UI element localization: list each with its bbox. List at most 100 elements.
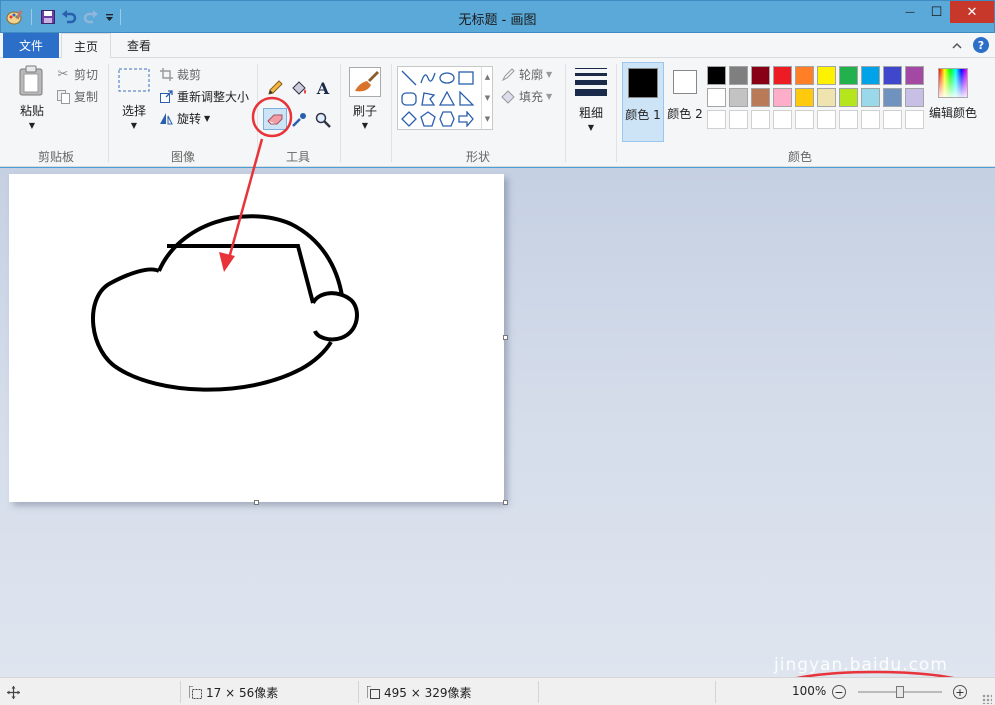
- custom-color-slot[interactable]: [773, 110, 792, 129]
- custom-color-slot[interactable]: [751, 110, 770, 129]
- pentagon-shape-icon[interactable]: [420, 111, 436, 127]
- zoom-slider-thumb[interactable]: [896, 686, 904, 698]
- drawing-canvas[interactable]: [9, 174, 508, 505]
- diamond-shape-icon[interactable]: [401, 111, 417, 127]
- resize-handle-corner[interactable]: [503, 500, 508, 505]
- outline-button[interactable]: 轮廓 ▼: [500, 66, 552, 83]
- palette-swatch[interactable]: [729, 66, 748, 85]
- canvas-size: 495 × 329像素: [366, 684, 472, 701]
- outline-dropdown-icon: ▼: [546, 70, 553, 79]
- collapse-ribbon-icon[interactable]: [950, 38, 964, 52]
- zoom-out-icon[interactable]: −: [832, 685, 846, 699]
- select-button[interactable]: 选择 ▼: [114, 66, 154, 146]
- palette-swatch[interactable]: [751, 88, 770, 107]
- help-icon[interactable]: ?: [973, 37, 989, 53]
- tab-file[interactable]: 文件: [3, 33, 59, 58]
- cut-button[interactable]: ✂ 剪切: [55, 66, 98, 83]
- palette-swatch[interactable]: [773, 66, 792, 85]
- hat-band: [167, 244, 315, 304]
- resize-grip-icon[interactable]: [982, 694, 992, 704]
- color-palette: [707, 66, 927, 130]
- custom-color-slot[interactable]: [839, 110, 858, 129]
- tab-view[interactable]: 查看: [115, 33, 163, 58]
- right-triangle-shape-icon[interactable]: [458, 91, 474, 107]
- palette-swatch[interactable]: [773, 88, 792, 107]
- resize-button[interactable]: 重新调整大小: [158, 88, 249, 105]
- rounded-rectangle-shape-icon[interactable]: [401, 91, 417, 107]
- resize-handle-right[interactable]: [503, 335, 508, 340]
- scroll-up-icon[interactable]: ▲: [485, 73, 490, 81]
- palette-swatch[interactable]: [839, 88, 858, 107]
- polygon-shape-icon[interactable]: [420, 91, 436, 107]
- palette-swatch[interactable]: [817, 66, 836, 85]
- color1-button[interactable]: 颜色 1: [622, 62, 664, 142]
- edit-colors-button[interactable]: 编辑颜色: [927, 64, 979, 144]
- palette-swatch[interactable]: [795, 88, 814, 107]
- triangle-shape-icon[interactable]: [439, 91, 455, 107]
- color1-swatch: [628, 68, 658, 98]
- paste-label: 粘贴: [19, 104, 44, 118]
- group-separator: [565, 64, 566, 162]
- palette-swatch[interactable]: [817, 88, 836, 107]
- close-button[interactable]: ✕: [950, 1, 994, 23]
- color2-button[interactable]: 颜色 2: [666, 62, 704, 142]
- magnifier-icon[interactable]: [313, 110, 333, 130]
- custom-color-slot[interactable]: [729, 110, 748, 129]
- palette-swatch[interactable]: [795, 66, 814, 85]
- rotate-dropdown-icon: ▼: [204, 114, 211, 123]
- work-area[interactable]: [0, 168, 995, 677]
- custom-color-slot[interactable]: [707, 110, 726, 129]
- right-arrow-shape-icon[interactable]: [458, 111, 474, 127]
- palette-swatch[interactable]: [861, 66, 880, 85]
- brushes-button[interactable]: 刷子 ▼: [346, 66, 384, 146]
- oval-shape-icon[interactable]: [439, 70, 455, 86]
- palette-swatch[interactable]: [839, 66, 858, 85]
- fill-button[interactable]: 填充 ▼: [500, 88, 552, 105]
- palette-swatch[interactable]: [729, 88, 748, 107]
- fill-bucket-icon[interactable]: [289, 78, 309, 98]
- palette-swatch[interactable]: [707, 66, 726, 85]
- watermark: jingyan.baidu.com: [774, 655, 948, 675]
- palette-swatch[interactable]: [883, 66, 902, 85]
- expand-gallery-icon[interactable]: ▼: [485, 115, 490, 123]
- size-label: 粗细: [578, 106, 603, 120]
- size-button[interactable]: 粗细 ▼: [571, 66, 611, 146]
- shapes-scroll[interactable]: ▲ ▼ ▼: [481, 67, 493, 129]
- maximize-button[interactable]: ☐: [923, 1, 950, 23]
- custom-color-slot[interactable]: [861, 110, 880, 129]
- status-bar: 17 × 56像素 495 × 329像素 100% − +: [0, 677, 995, 705]
- custom-color-slot[interactable]: [883, 110, 902, 129]
- scroll-down-icon[interactable]: ▼: [485, 94, 490, 102]
- shapes-gallery[interactable]: ▲ ▼ ▼: [397, 66, 493, 130]
- custom-color-slot[interactable]: [817, 110, 836, 129]
- hexagon-shape-icon[interactable]: [439, 111, 455, 127]
- palette-swatch[interactable]: [861, 88, 880, 107]
- custom-color-slot[interactable]: [905, 110, 924, 129]
- copy-button[interactable]: 复制: [55, 88, 98, 105]
- brushes-label: 刷子: [352, 104, 377, 118]
- custom-color-slot[interactable]: [795, 110, 814, 129]
- line-shape-icon[interactable]: [401, 70, 417, 86]
- palette-swatch[interactable]: [707, 88, 726, 107]
- rectangle-shape-icon[interactable]: [458, 70, 474, 86]
- text-tool-icon[interactable]: A: [313, 78, 333, 98]
- crop-button[interactable]: 裁剪: [158, 66, 201, 83]
- palette-swatch[interactable]: [905, 66, 924, 85]
- rotate-button[interactable]: 旋转 ▼: [158, 110, 210, 127]
- minimize-button[interactable]: —: [897, 1, 923, 23]
- rotate-label: 旋转: [177, 112, 202, 126]
- paste-button[interactable]: 粘贴 ▼: [12, 64, 52, 144]
- tab-home[interactable]: 主页: [61, 33, 111, 59]
- palette-swatch[interactable]: [905, 88, 924, 107]
- zoom-in-icon[interactable]: +: [953, 685, 967, 699]
- group-label-tools: 工具: [285, 150, 310, 164]
- palette-swatch[interactable]: [751, 66, 770, 85]
- palette-swatch[interactable]: [883, 88, 902, 107]
- pencil-icon[interactable]: [265, 78, 285, 98]
- eraser-icon[interactable]: [263, 108, 287, 130]
- zoom-slider[interactable]: [858, 686, 942, 698]
- resize-label: 重新调整大小: [177, 90, 250, 104]
- color-picker-icon[interactable]: [289, 110, 309, 130]
- resize-handle-bottom[interactable]: [254, 500, 259, 505]
- curve-shape-icon[interactable]: [420, 70, 436, 86]
